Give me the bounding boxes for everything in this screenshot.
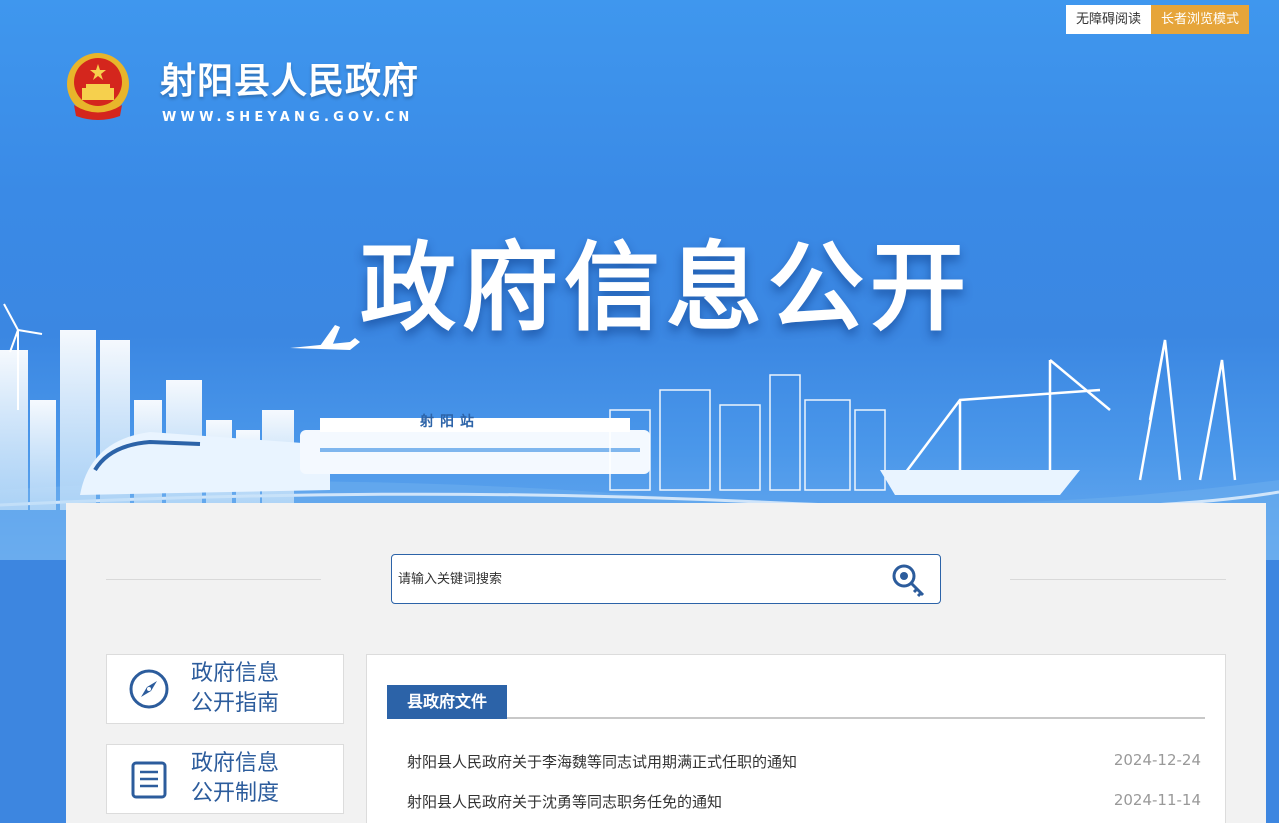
compass-icon [129,669,169,709]
news-title[interactable]: 射阳县人民政府关于沈勇等同志职务任免的通知 [407,791,722,813]
search-divider-right [1010,579,1226,580]
accessibility-link[interactable]: 无障碍阅读 [1065,5,1151,34]
list-item[interactable]: 射阳县人民政府关于李海魏等同志试用期满正式任职的通知 2024-12-24 [407,751,1201,773]
sidebar-item-label: 政府信息 [191,661,280,686]
search-input[interactable] [398,555,878,603]
county-documents-panel: 县政府文件 射阳县人民政府关于李海魏等同志试用期满正式任职的通知 2024-12… [366,654,1226,823]
header-banner: 射阳站 无障碍阅读 长者浏览模式 射阳县人民政府 WWW.SHEYANG.GOV… [0,0,1279,560]
site-title[interactable]: 射阳县人民政府 [160,52,419,104]
elder-mode-link[interactable]: 长者浏览模式 [1150,5,1249,34]
national-emblem-icon[interactable] [64,50,132,122]
news-date: 2024-11-14 [1113,791,1201,809]
news-title[interactable]: 射阳县人民政府关于李海魏等同志试用期满正式任职的通知 [407,751,797,773]
list-item[interactable]: 射阳县人民政府关于沈勇等同志职务任免的通知 2024-11-14 [407,791,1201,813]
panel-header: 县政府文件 [387,685,1205,719]
sidebar-item-label: 政府信息 [191,751,280,776]
site-url: WWW.SHEYANG.GOV.CN [162,110,414,125]
sidebar-item-system[interactable]: 政府信息 公开制度 [106,744,344,814]
document-list-icon [131,761,167,799]
news-date: 2024-12-24 [1113,751,1201,769]
sidebar-item-label: 公开指南 [191,691,280,716]
search-key-icon [892,564,925,598]
tab-county-documents[interactable]: 县政府文件 [387,685,508,719]
search-box [391,554,941,604]
search-divider-left [106,579,321,580]
hero-title: 政府信息公开 [360,232,972,344]
top-links: 无障碍阅读 长者浏览模式 [1065,5,1249,34]
main-content: 政府信息 公开指南 政府信息 公开制度 县政府文件 射阳县人民政府关于李海魏等同… [66,503,1266,823]
sidebar-item-label: 公开制度 [191,781,280,806]
sidebar-item-guide[interactable]: 政府信息 公开指南 [106,654,344,724]
search-button[interactable] [890,562,928,598]
station-sign: 射阳站 [419,413,480,430]
